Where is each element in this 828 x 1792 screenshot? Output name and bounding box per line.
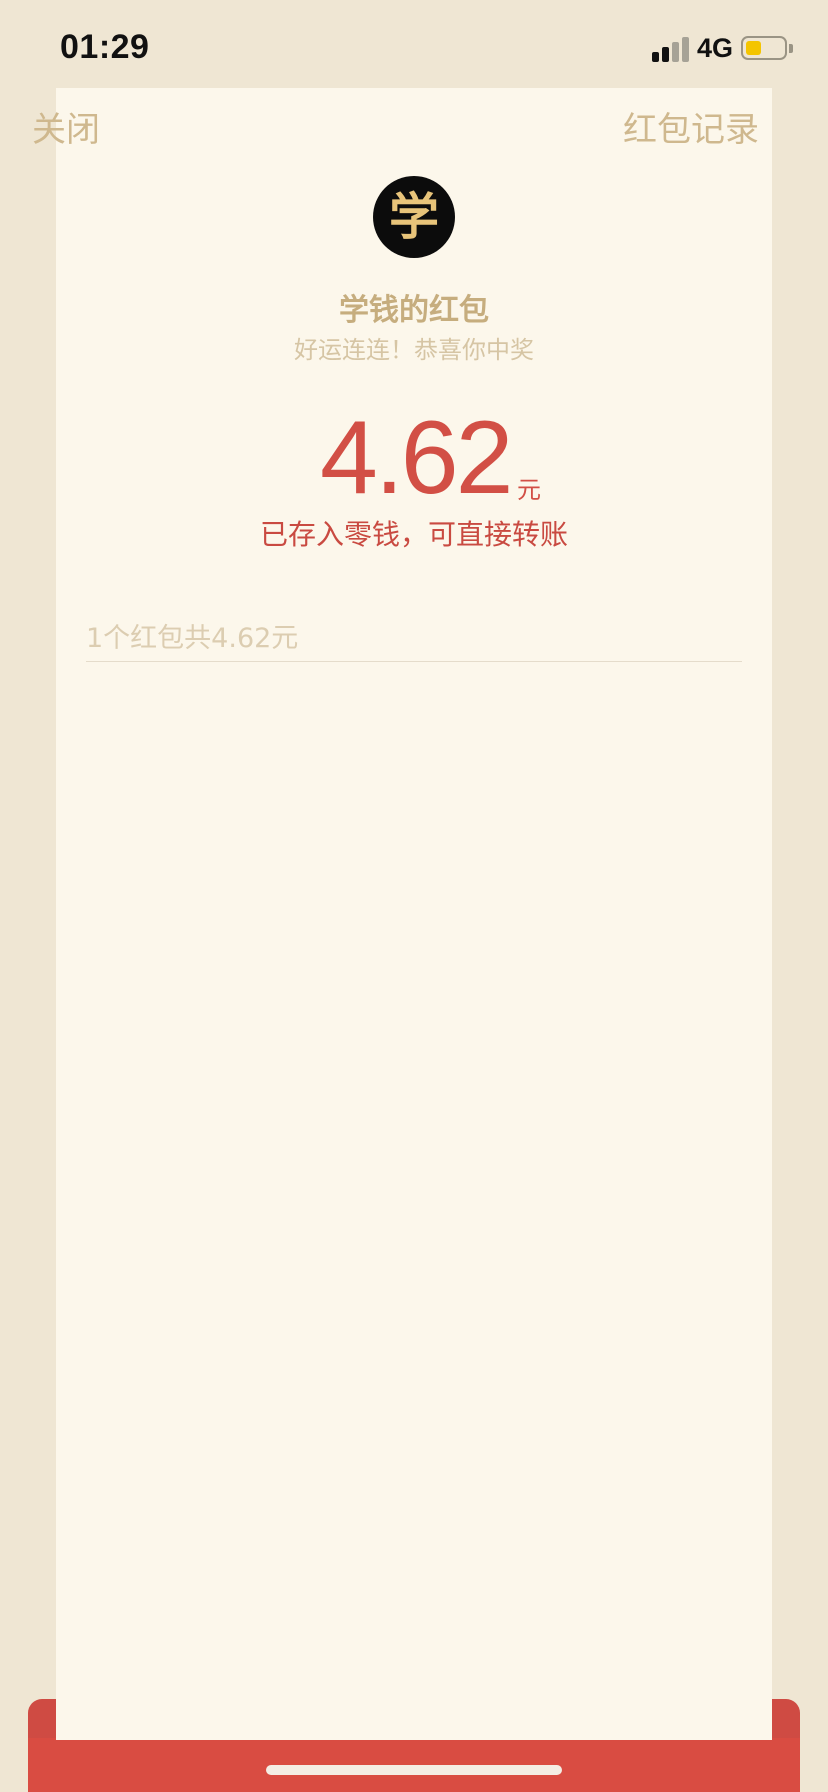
battery-level-fill (746, 41, 761, 55)
stored-to-change-link[interactable]: 已存入零钱，可直接转账 (0, 513, 828, 553)
battery-icon (741, 36, 787, 60)
amount-value: 4.62 (320, 400, 513, 516)
home-indicator[interactable] (266, 1765, 562, 1775)
status-bar: 01:29 4G (0, 0, 828, 88)
status-time: 01:29 (60, 28, 150, 66)
avatar-logo-glyph: 学 (389, 188, 439, 246)
summary-divider (86, 661, 742, 662)
network-type: 4G (697, 33, 734, 63)
packet-summary: 1个红包共4.62元 (86, 623, 299, 654)
greeting-message: 好运连连！恭喜你中奖 (294, 336, 534, 364)
sender-avatar[interactable]: 学 (373, 176, 455, 258)
red-packet-records-button[interactable]: 红包记录 (623, 110, 759, 150)
cellular-signal-icon (652, 36, 692, 62)
amount-unit: 元 (517, 476, 541, 504)
sender-name: 学钱的红包 (339, 293, 489, 328)
close-button[interactable]: 关闭 (32, 110, 100, 150)
battery-cap (789, 44, 793, 53)
amount-row: 4.62 元 (0, 400, 828, 516)
red-packet-detail-screen: 01:29 4G 关闭 红包记录 学 学钱的红包 好运连连！恭喜你中奖 4.62… (0, 0, 828, 1792)
